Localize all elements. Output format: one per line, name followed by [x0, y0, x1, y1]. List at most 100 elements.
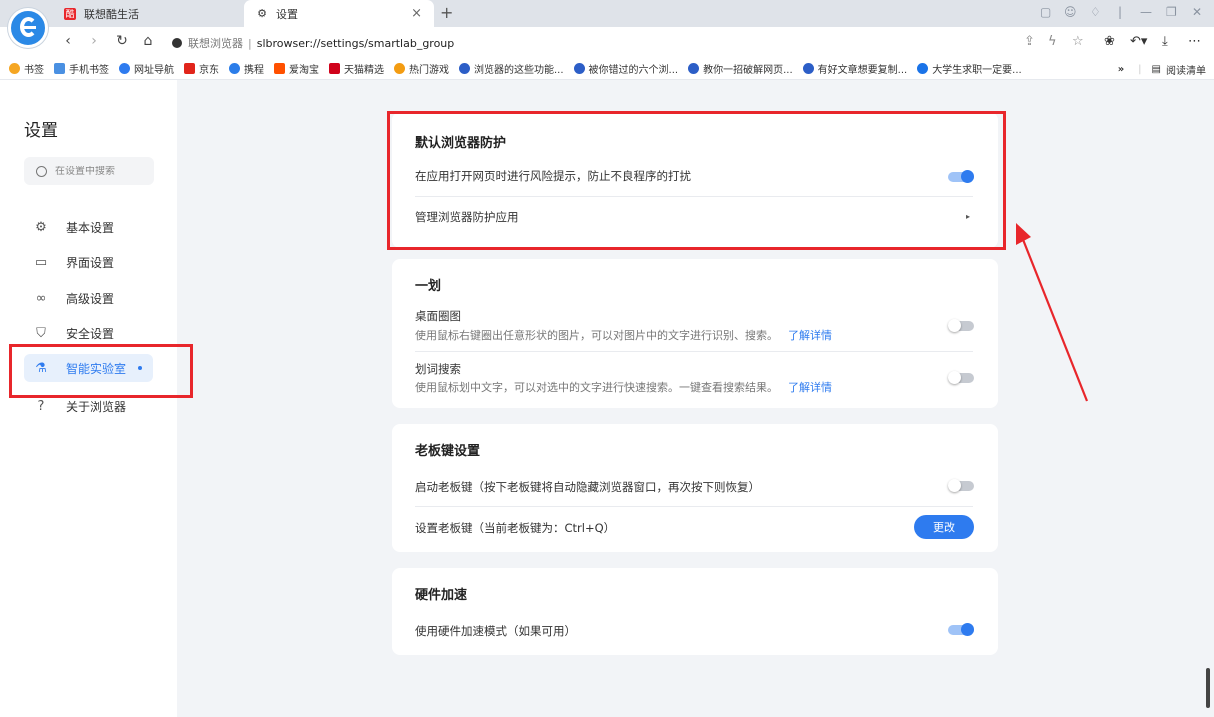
- paw-icon: [573, 63, 585, 74]
- bookmark-label: 天猫精选: [344, 65, 384, 76]
- divider: [415, 351, 973, 352]
- boss-key-set-label: 设置老板键（当前老板键为：Ctrl+Q）: [415, 521, 616, 535]
- home-icon[interactable]: ⌂: [140, 33, 156, 49]
- tab-settings[interactable]: ⚙ 设置 ×: [244, 0, 434, 27]
- window-icon: ▭: [34, 254, 48, 270]
- change-boss-key-button[interactable]: 更改: [914, 515, 974, 539]
- search-icon: [36, 165, 47, 177]
- hardware-accel-toggle[interactable]: [948, 623, 974, 636]
- desc-text: 使用鼠标右键圈出任意形状的图片，可以对图片中的文字进行识别、搜索。: [415, 329, 778, 342]
- bookmark-item[interactable]: 网址导航: [119, 61, 174, 76]
- divider-icon: |: [1118, 5, 1123, 19]
- sidebar-item-basic[interactable]: ⚙ 基本设置: [24, 213, 153, 241]
- bookmark-item[interactable]: 书签: [9, 61, 44, 76]
- back-icon[interactable]: ‹: [60, 33, 76, 49]
- more-menu-icon[interactable]: ⋯: [1188, 34, 1201, 49]
- shield-icon: ⛉: [36, 325, 46, 341]
- browser-logo-icon[interactable]: [8, 8, 48, 48]
- bookmark-label: 京东: [199, 65, 219, 76]
- bookmark-label: 浏览器的这些功能...: [474, 65, 564, 76]
- boss-key-toggle[interactable]: [948, 479, 974, 492]
- reading-list-label[interactable]: 阅读清单: [1166, 62, 1206, 77]
- phone-icon: [54, 63, 65, 74]
- question-icon: ?: [37, 398, 45, 414]
- bookmark-item[interactable]: 被你错过的六个浏...: [573, 61, 678, 76]
- url-field[interactable]: 联想浏览器 | slbrowser://settings/smartlab_gr…: [172, 35, 454, 51]
- game-icon[interactable]: ☺: [1064, 5, 1077, 19]
- bookmark-item[interactable]: 热门游戏: [394, 61, 449, 76]
- forward-icon[interactable]: ›: [86, 33, 102, 49]
- tab-lenovo-life[interactable]: 酷 联想酷生活: [64, 0, 240, 27]
- lenovo-life-icon: 酷: [64, 7, 76, 20]
- ctrip-icon: [229, 63, 240, 74]
- sidebar-item-label: 界面设置: [66, 255, 115, 270]
- sidebar-item-advanced[interactable]: ∞ 高级设置: [24, 284, 153, 312]
- site-security-icon: [172, 38, 182, 48]
- search-input[interactable]: [55, 165, 145, 177]
- share-icon[interactable]: ⇪: [1024, 34, 1035, 49]
- section-yihua: 一划 桌面圈图 使用鼠标右键圈出任意形状的图片，可以对图片中的文字进行识别、搜索…: [392, 259, 998, 408]
- bookmarks-more-button[interactable]: »: [1118, 64, 1124, 75]
- learn-more-link[interactable]: 了解详情: [788, 329, 832, 342]
- tab-label: 联想酷生活: [84, 7, 139, 21]
- skin-icon[interactable]: ♢: [1090, 5, 1101, 19]
- bookmark-item[interactable]: 手机书签: [54, 61, 109, 76]
- bookmark-label: 携程: [244, 65, 264, 76]
- divider: |: [1138, 64, 1142, 75]
- bookmark-item[interactable]: 京东: [184, 61, 219, 76]
- desktop-circle-toggle[interactable]: [948, 319, 974, 332]
- close-window-icon[interactable]: ✕: [1192, 5, 1202, 19]
- bookmark-label: 爱淘宝: [289, 65, 319, 76]
- sidebar-item-security[interactable]: ⛉ 安全设置: [24, 319, 153, 347]
- undo-icon[interactable]: ↶▾: [1130, 34, 1147, 49]
- bookmark-item[interactable]: 浏览器的这些功能...: [459, 61, 564, 76]
- star-icon[interactable]: ☆: [1072, 34, 1084, 49]
- bookmark-item[interactable]: 天猫精选: [329, 61, 384, 76]
- maximize-icon[interactable]: ❐: [1166, 5, 1177, 19]
- section-hardware-accel: 硬件加速 使用硬件加速模式（如果可用）: [392, 568, 998, 655]
- game-controller-icon: [394, 63, 405, 74]
- reading-list-icon[interactable]: ▤: [1152, 64, 1161, 75]
- bookmark-label: 教你一招破解网页...: [703, 65, 793, 76]
- minimize-icon[interactable]: —: [1140, 5, 1152, 19]
- bookmark-item[interactable]: 爱淘宝: [274, 61, 319, 76]
- url-separator: |: [248, 36, 252, 50]
- word-search-title: 划词搜索: [415, 362, 461, 376]
- sidebar-item-label: 基本设置: [66, 220, 115, 235]
- bookmark-item[interactable]: 大学生求职一定要...: [917, 61, 1022, 76]
- settings-sidebar: 设置 ⚙ 基本设置 ▭ 界面设置 ∞ 高级设置 ⛉ 安全设置 ⚗ 智能实验室 ?…: [0, 80, 177, 717]
- download-icon[interactable]: ⤓: [1162, 34, 1168, 49]
- speed-icon[interactable]: ϟ: [1048, 34, 1057, 49]
- scrollbar-thumb[interactable]: [1206, 668, 1210, 708]
- bookmark-item[interactable]: 有好文章想要复制...: [802, 61, 907, 76]
- sidebar-item-interface[interactable]: ▭ 界面设置: [24, 248, 153, 276]
- close-tab-icon[interactable]: ×: [411, 6, 422, 21]
- word-search-toggle[interactable]: [948, 371, 974, 384]
- search-box[interactable]: [24, 157, 154, 185]
- bookmark-label: 手机书签: [69, 65, 109, 76]
- tab-label: 设置: [276, 7, 298, 21]
- sidebar-toggle-icon[interactable]: ▢: [1040, 5, 1051, 19]
- desktop-circle-title: 桌面圈图: [415, 309, 461, 323]
- bookmark-label: 大学生求职一定要...: [932, 65, 1022, 76]
- refresh-icon[interactable]: ↻: [114, 33, 130, 49]
- settings-gear-icon: ⚙: [257, 7, 267, 20]
- section-title: 一划: [415, 279, 442, 294]
- bookmark-item[interactable]: 教你一招破解网页...: [688, 61, 793, 76]
- taobao-icon: [274, 63, 285, 74]
- toggle-knob: [948, 319, 961, 332]
- bookmark-item[interactable]: 携程: [229, 61, 264, 76]
- extensions-icon[interactable]: ❀: [1104, 34, 1115, 49]
- job-icon: [917, 63, 929, 74]
- new-tab-button[interactable]: +: [440, 3, 453, 22]
- learn-more-link[interactable]: 了解详情: [788, 381, 832, 394]
- url-site-label: 联想浏览器: [188, 37, 243, 50]
- annotation-box-smartlab: [9, 344, 193, 398]
- hardware-accel-label: 使用硬件加速模式（如果可用）: [415, 624, 576, 638]
- toggle-knob: [948, 371, 961, 384]
- page-title: 设置: [24, 121, 58, 141]
- url-text[interactable]: slbrowser://settings/smartlab_group: [257, 37, 455, 50]
- circles-icon: ∞: [35, 290, 47, 306]
- nav-site-icon: [119, 63, 130, 74]
- annotation-arrow: [1016, 223, 1089, 402]
